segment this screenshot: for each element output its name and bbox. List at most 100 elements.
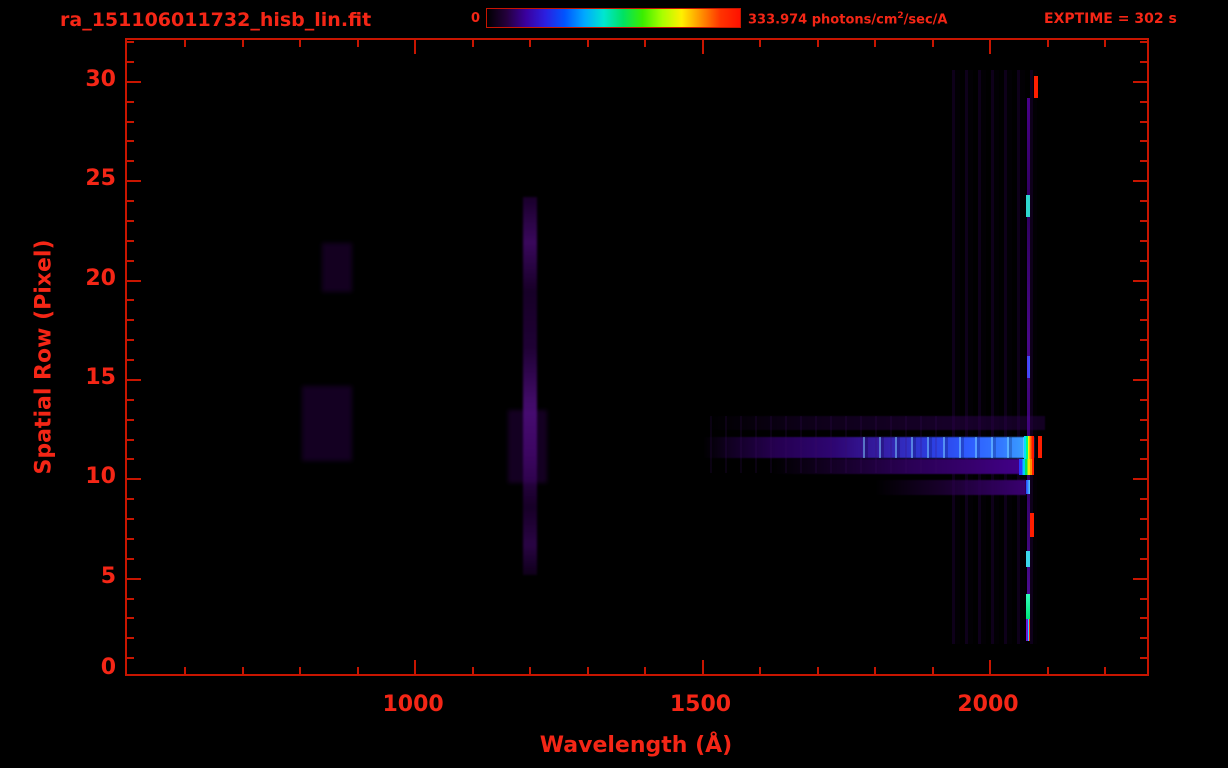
y-minor-tick xyxy=(127,439,134,441)
y-tick-label: 20 xyxy=(36,266,116,291)
y-minor-tick xyxy=(127,617,134,619)
lyman-alpha-column xyxy=(523,197,537,575)
y-minor-tick xyxy=(1140,419,1147,421)
x-minor-tick xyxy=(1104,40,1106,47)
y-minor-tick xyxy=(1140,299,1147,301)
x-major-tick xyxy=(414,40,416,54)
x-minor-tick xyxy=(1047,667,1049,674)
plot-title: ra_151106011732_hisb_lin.fit xyxy=(60,9,371,31)
x-minor-tick xyxy=(299,40,301,47)
y-tick-label: 5 xyxy=(36,564,116,589)
y-minor-tick xyxy=(1140,598,1147,600)
x-minor-tick xyxy=(299,667,301,674)
y-minor-tick xyxy=(1140,319,1147,321)
y-minor-tick xyxy=(1140,498,1147,500)
y-minor-tick xyxy=(127,419,134,421)
x-minor-tick xyxy=(644,40,646,47)
y-minor-tick xyxy=(1140,399,1147,401)
y-minor-tick xyxy=(127,359,134,361)
y-minor-tick xyxy=(1140,518,1147,520)
y-minor-tick xyxy=(1140,458,1147,460)
x-minor-tick xyxy=(587,667,589,674)
y-major-tick xyxy=(1133,578,1147,580)
line-seg-bottom-row2.4 xyxy=(1026,619,1030,641)
x-minor-tick xyxy=(1104,667,1106,674)
line-seg-red-row30 xyxy=(1034,76,1039,98)
y-minor-tick xyxy=(1140,160,1147,162)
y-minor-tick xyxy=(1140,359,1147,361)
x-minor-tick xyxy=(759,40,761,47)
red-tick-row11.6 xyxy=(1038,436,1043,459)
faint-blob-860A-rows19-22 xyxy=(322,243,352,293)
y-minor-tick xyxy=(1140,220,1147,222)
y-minor-tick xyxy=(127,498,134,500)
colorbar-min-label: 0 xyxy=(460,11,480,26)
y-minor-tick xyxy=(1140,617,1147,619)
y-minor-tick xyxy=(127,101,134,103)
x-major-tick xyxy=(989,660,991,674)
y-minor-tick xyxy=(127,140,134,142)
y-major-tick xyxy=(1133,379,1147,381)
y-major-tick xyxy=(127,280,141,282)
line-seg-cyan-row6 xyxy=(1026,551,1029,567)
plot-area xyxy=(125,38,1149,676)
line-seg-cyan-row23.7 xyxy=(1026,195,1029,217)
faint-blob-860A-rows11-14 xyxy=(302,386,352,462)
x-minor-tick xyxy=(242,40,244,47)
x-minor-tick xyxy=(472,40,474,47)
y-minor-tick xyxy=(127,260,134,262)
y-major-tick xyxy=(127,180,141,182)
y-minor-tick xyxy=(1140,101,1147,103)
y-major-tick xyxy=(127,379,141,381)
line-seg-red-row7.7 xyxy=(1030,513,1034,537)
y-minor-tick xyxy=(1140,657,1147,659)
y-minor-tick xyxy=(1140,140,1147,142)
y-minor-tick xyxy=(127,518,134,520)
x-minor-tick xyxy=(817,667,819,674)
y-minor-tick xyxy=(1140,339,1147,341)
y-major-tick xyxy=(1133,280,1147,282)
y-minor-tick xyxy=(1140,200,1147,202)
x-minor-tick xyxy=(817,40,819,47)
line-seg-green-row3.6 xyxy=(1026,594,1030,620)
x-minor-tick xyxy=(472,667,474,674)
x-minor-tick xyxy=(759,667,761,674)
x-tick-label: 2000 xyxy=(918,692,1058,717)
row10-line-saturated-end xyxy=(1019,459,1035,475)
x-minor-tick xyxy=(357,40,359,47)
x-minor-tick xyxy=(529,40,531,47)
y-minor-tick xyxy=(127,598,134,600)
x-minor-tick xyxy=(587,40,589,47)
striation-rows10-13 xyxy=(703,416,950,474)
x-tick-label: 1000 xyxy=(343,692,483,717)
y-minor-tick xyxy=(127,61,134,63)
x-minor-tick xyxy=(874,40,876,47)
line-seg-blue-row15.5 xyxy=(1027,356,1030,378)
colorbar xyxy=(486,8,741,28)
x-minor-tick xyxy=(1047,40,1049,47)
y-major-tick xyxy=(127,81,141,83)
y-minor-tick xyxy=(127,319,134,321)
x-major-tick xyxy=(989,40,991,54)
y-minor-tick xyxy=(127,538,134,540)
y-tick-label: 25 xyxy=(36,166,116,191)
y-minor-tick xyxy=(127,339,134,341)
y-minor-tick xyxy=(1140,260,1147,262)
y-minor-tick xyxy=(127,299,134,301)
colorbar-gradient xyxy=(487,9,740,27)
colorbar-max-label: 333.974 photons/cm2/sec/A xyxy=(748,11,947,27)
spectrogram-viewer: ra_151106011732_hisb_lin.fit 0 333.974 p… xyxy=(0,0,1228,768)
exptime-label: EXPTIME = 302 s xyxy=(1044,11,1177,27)
y-minor-tick xyxy=(1140,61,1147,63)
y-minor-tick xyxy=(127,458,134,460)
x-major-tick xyxy=(702,40,704,54)
y-minor-tick xyxy=(127,121,134,123)
y-minor-tick xyxy=(1140,558,1147,560)
x-minor-tick xyxy=(644,667,646,674)
y-major-tick xyxy=(1133,478,1147,480)
x-minor-tick xyxy=(874,667,876,674)
y-major-tick xyxy=(127,478,141,480)
line-seg-blue-row9.5 xyxy=(1026,480,1031,494)
y-minor-tick xyxy=(127,220,134,222)
y-minor-tick xyxy=(1140,637,1147,639)
